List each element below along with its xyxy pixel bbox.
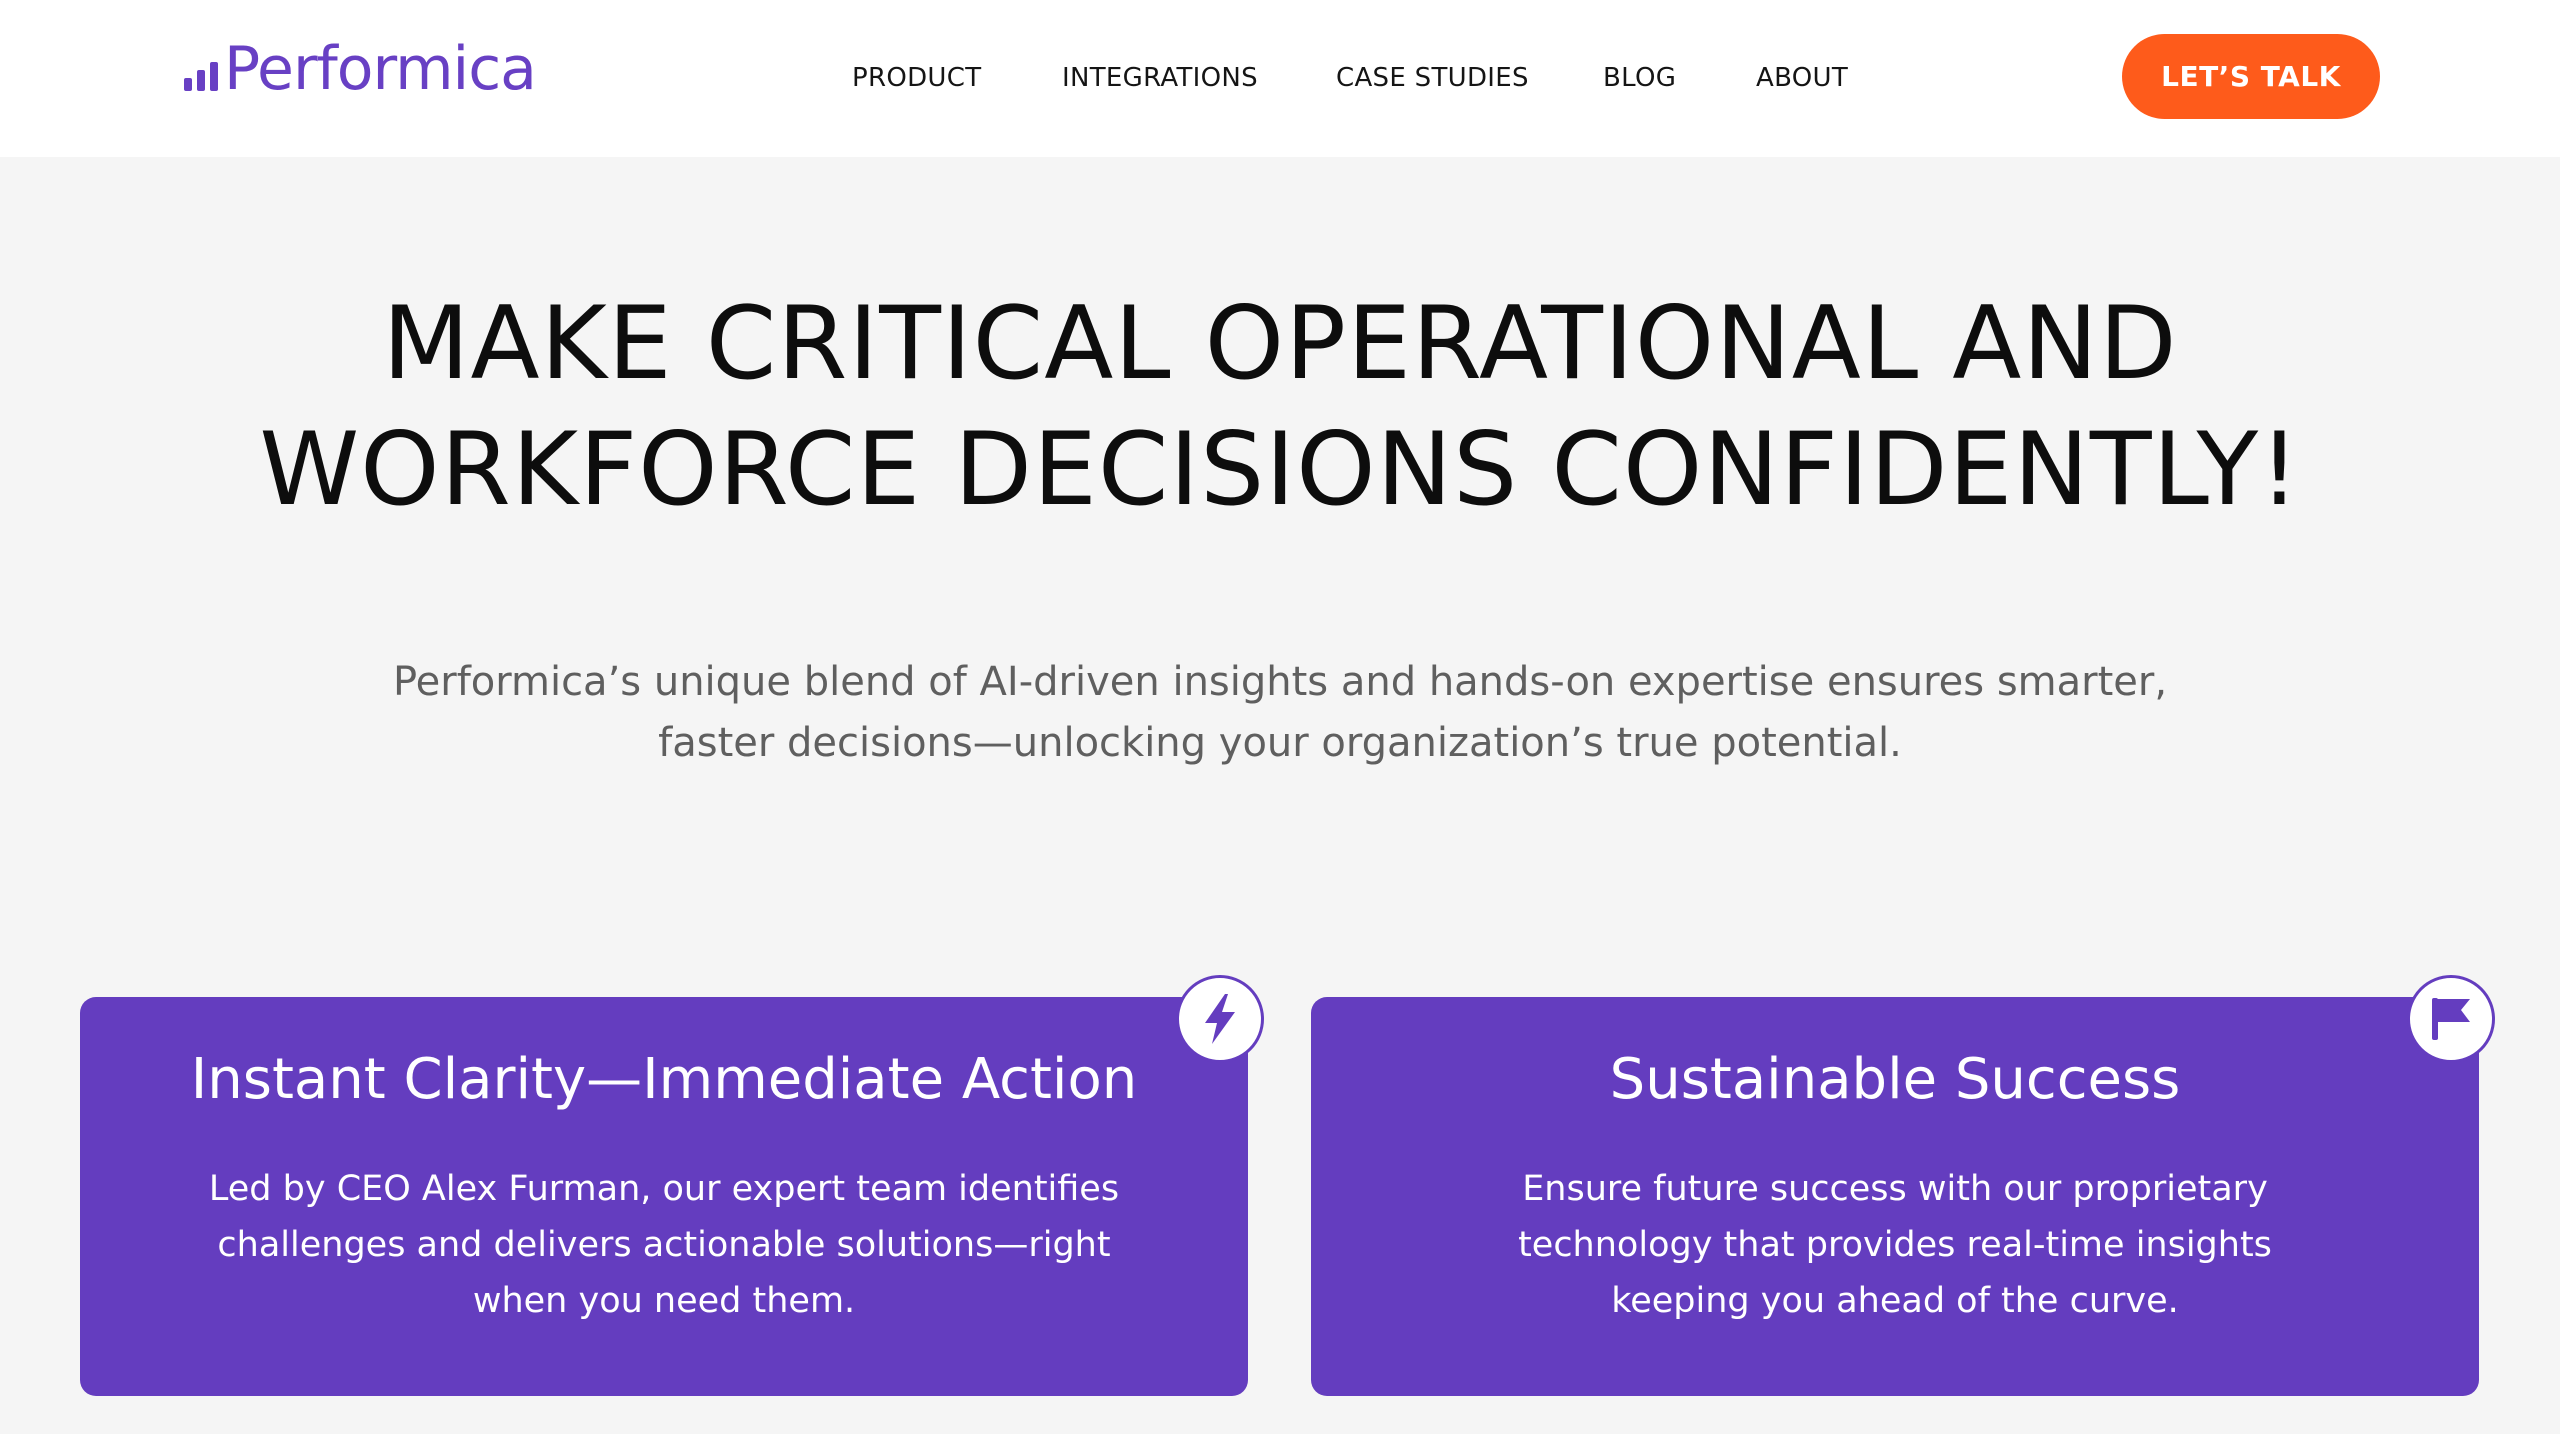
- hero-subtext-line-1: Performica’s unique blend of AI-driven i…: [392, 659, 2168, 705]
- nav-product[interactable]: PRODUCT: [852, 56, 981, 100]
- card-description: Ensure future success with our proprieta…: [1311, 1161, 2479, 1329]
- hero-headline: MAKE CRITICAL OPERATIONAL AND WORKFORCE …: [0, 280, 2560, 532]
- card-description-line: when you need them.: [472, 1281, 856, 1321]
- card-title: Sustainable Success: [1609, 1047, 2181, 1112]
- nav-blog[interactable]: BLOG: [1603, 56, 1676, 100]
- flag-icon: [2432, 998, 2470, 1040]
- card-description-line: Ensure future success with our proprieta…: [1522, 1169, 2268, 1209]
- nav-case-studies[interactable]: CASE STUDIES: [1336, 56, 1529, 100]
- feature-card-sustainable-success: Sustainable Success Ensure future succes…: [1311, 975, 2495, 1396]
- hero-subtext-line-2: faster decisions—unlocking your organiza…: [658, 720, 1902, 766]
- feature-card-instant-clarity: Instant Clarity—Immediate Action Led by …: [80, 975, 1264, 1396]
- card-description-line: Led by CEO Alex Furman, our expert team …: [208, 1169, 1120, 1209]
- card-description: Led by CEO Alex Furman, our expert team …: [80, 1161, 1248, 1329]
- card-description-line: challenges and delivers actionable solut…: [217, 1225, 1111, 1265]
- hero-headline-line-2: WORKFORCE DECISIONS CONFIDENTLY!: [259, 410, 2301, 528]
- nav-about[interactable]: ABOUT: [1756, 56, 1848, 100]
- lightning-bolt-icon: [1205, 994, 1235, 1044]
- hero-subtext: Performica’s unique blend of AI-driven i…: [0, 652, 2560, 774]
- hero-headline-line-1: MAKE CRITICAL OPERATIONAL AND: [382, 284, 2178, 402]
- card-description-line: technology that provides real-time insig…: [1518, 1225, 2272, 1265]
- card-description-line: keeping you ahead of the curve.: [1611, 1281, 2179, 1321]
- lets-talk-button[interactable]: LET’S TALK: [2122, 34, 2380, 119]
- nav-integrations[interactable]: INTEGRATIONS: [1062, 56, 1258, 100]
- card-title: Instant Clarity—Immediate Action: [190, 1047, 1138, 1112]
- site-header: Performica PRODUCT INTEGRATIONS CASE STU…: [0, 0, 2560, 157]
